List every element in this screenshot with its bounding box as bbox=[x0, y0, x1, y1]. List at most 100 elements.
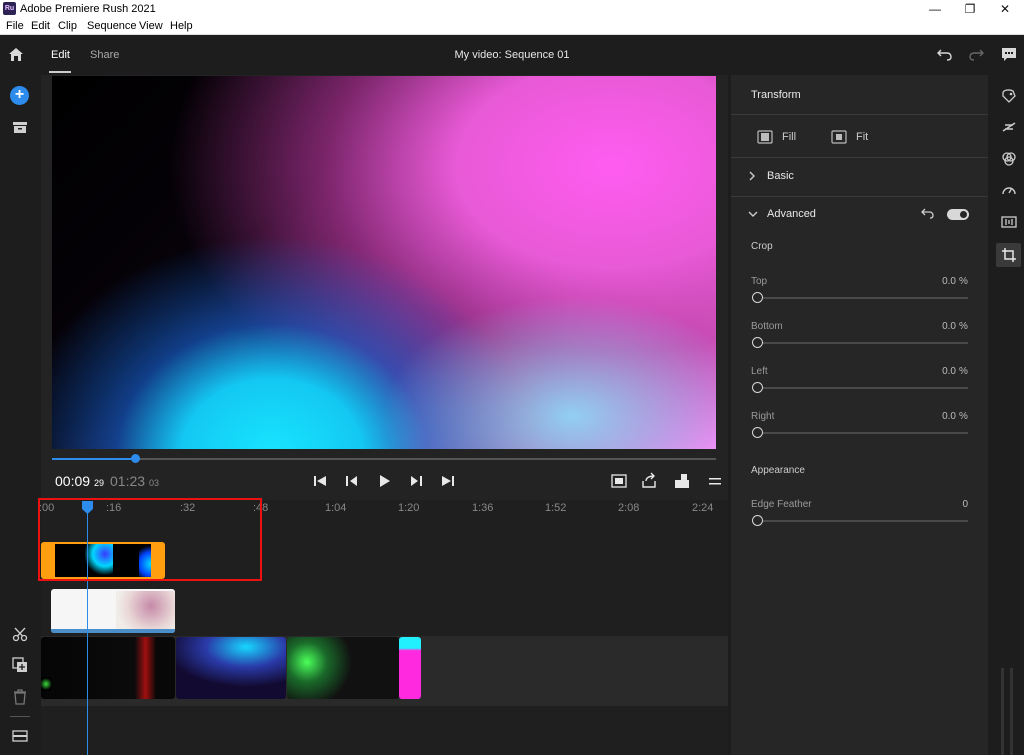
comment-icon[interactable] bbox=[1001, 47, 1017, 62]
fit-option[interactable]: Fit bbox=[856, 131, 868, 143]
crop-transform-icon[interactable] bbox=[1001, 247, 1017, 263]
fit-icon[interactable] bbox=[831, 130, 847, 144]
duplicate-icon[interactable] bbox=[12, 657, 28, 673]
duration: 01:23 03 bbox=[110, 473, 159, 489]
menu-help[interactable]: Help bbox=[170, 20, 193, 32]
menu-bar: File Edit Clip Sequence View Help bbox=[0, 18, 1024, 35]
clip-detail bbox=[41, 677, 51, 691]
crop-right-value[interactable]: 0.0 bbox=[930, 411, 956, 422]
highlight-box bbox=[38, 498, 262, 581]
chevron-right-icon[interactable] bbox=[747, 170, 757, 182]
divider bbox=[731, 196, 988, 197]
crop-bottom-unit: % bbox=[959, 321, 968, 332]
ruler-tick: 1:36 bbox=[472, 502, 494, 514]
basic-section-header[interactable]: Basic bbox=[767, 170, 794, 182]
current-time: 00:09 29 bbox=[55, 473, 104, 489]
crop-right-label: Right bbox=[751, 411, 775, 422]
chevron-down-icon[interactable] bbox=[747, 209, 759, 219]
timeline-menu-icon[interactable] bbox=[705, 472, 725, 490]
video-clip[interactable] bbox=[41, 637, 175, 699]
video-clip[interactable] bbox=[287, 637, 399, 699]
audio-bar bbox=[51, 629, 175, 633]
resize-handle[interactable] bbox=[1010, 668, 1013, 755]
restore-button[interactable]: ❐ bbox=[953, 0, 987, 18]
crop-left-label: Left bbox=[751, 366, 768, 377]
fill-icon[interactable] bbox=[757, 130, 773, 144]
menu-sequence[interactable]: Sequence bbox=[87, 20, 137, 32]
crop-top-slider-handle[interactable] bbox=[752, 292, 763, 303]
undo-icon[interactable] bbox=[937, 47, 953, 61]
transitions-icon[interactable] bbox=[1001, 119, 1017, 135]
color-icon[interactable] bbox=[1001, 151, 1017, 167]
sequence-title: My video: Sequence 01 bbox=[454, 49, 570, 61]
video-preview[interactable] bbox=[52, 76, 716, 449]
app-icon: Ru bbox=[3, 2, 16, 15]
edge-feather-value[interactable]: 0 bbox=[940, 499, 968, 510]
reset-icon[interactable] bbox=[921, 207, 935, 220]
edge-feather-slider-handle[interactable] bbox=[752, 515, 763, 526]
current-time-frames: 29 bbox=[93, 478, 104, 488]
ruler-tick: 1:20 bbox=[398, 502, 420, 514]
fill-option[interactable]: Fill bbox=[782, 131, 796, 143]
edge-feather-slider[interactable] bbox=[757, 520, 968, 522]
video-clip[interactable] bbox=[399, 637, 421, 699]
advanced-toggle[interactable] bbox=[947, 209, 969, 220]
fit-frame-icon[interactable] bbox=[609, 472, 629, 490]
panel-title: Transform bbox=[751, 89, 801, 101]
resize-handle[interactable] bbox=[1001, 668, 1004, 755]
step-back-icon[interactable] bbox=[342, 472, 362, 490]
go-to-start-icon[interactable] bbox=[310, 472, 330, 490]
window-titlebar: Ru Adobe Premiere Rush 2021 — ❐ ✕ bbox=[0, 0, 1024, 18]
minimize-button[interactable]: — bbox=[918, 0, 952, 18]
toggle-knob bbox=[960, 211, 967, 218]
video-clip[interactable] bbox=[176, 637, 286, 699]
rail-divider bbox=[10, 716, 30, 717]
overlay-clip[interactable] bbox=[51, 589, 175, 633]
track-options-icon[interactable] bbox=[12, 730, 28, 742]
crop-bottom-slider[interactable] bbox=[757, 342, 968, 344]
step-forward-icon[interactable] bbox=[406, 472, 426, 490]
add-media-icon[interactable]: + bbox=[10, 86, 29, 105]
left-toolbar bbox=[0, 75, 40, 755]
crop-left-slider-handle[interactable] bbox=[752, 382, 763, 393]
crop-bottom-value[interactable]: 0.0 bbox=[930, 321, 956, 332]
titles-icon[interactable] bbox=[1001, 88, 1017, 104]
active-tab-indicator bbox=[49, 71, 71, 73]
crop-right-slider[interactable] bbox=[757, 432, 968, 434]
crop-bottom-slider-handle[interactable] bbox=[752, 337, 763, 348]
crop-right-slider-handle[interactable] bbox=[752, 427, 763, 438]
speed-icon[interactable] bbox=[1001, 182, 1017, 198]
play-icon[interactable] bbox=[374, 472, 394, 490]
aspect-ratio-icon[interactable] bbox=[672, 472, 692, 490]
current-time-value: 00:09 bbox=[55, 473, 91, 489]
duration-frames: 03 bbox=[148, 478, 159, 488]
redo-icon[interactable] bbox=[968, 47, 984, 61]
divider bbox=[731, 114, 988, 115]
crop-left-slider[interactable] bbox=[757, 387, 968, 389]
menu-clip[interactable]: Clip bbox=[58, 20, 77, 32]
crop-label: Crop bbox=[751, 241, 773, 252]
projects-icon[interactable] bbox=[12, 121, 28, 134]
ruler-tick: 2:24 bbox=[692, 502, 714, 514]
audio-icon[interactable] bbox=[1001, 214, 1017, 230]
ruler-tick: 1:52 bbox=[545, 502, 567, 514]
go-to-end-icon[interactable] bbox=[438, 472, 458, 490]
crop-top-label: Top bbox=[751, 276, 768, 287]
top-bar: Edit Share My video: Sequence 01 bbox=[0, 35, 1024, 75]
crop-left-value[interactable]: 0.0 bbox=[930, 366, 956, 377]
overlay-clip-thumbnail bbox=[116, 591, 175, 629]
crop-top-slider[interactable] bbox=[757, 297, 968, 299]
duration-value: 01:23 bbox=[110, 473, 146, 489]
export-frame-icon[interactable] bbox=[640, 472, 660, 490]
menu-view[interactable]: View bbox=[139, 20, 163, 32]
menu-file[interactable]: File bbox=[6, 20, 24, 32]
crop-top-value[interactable]: 0.0 bbox=[930, 276, 956, 287]
scrub-bar[interactable] bbox=[52, 458, 716, 460]
divider bbox=[731, 157, 988, 158]
menu-edit[interactable]: Edit bbox=[31, 20, 50, 32]
close-button[interactable]: ✕ bbox=[988, 0, 1022, 18]
scrub-handle[interactable] bbox=[131, 454, 140, 463]
scissors-icon[interactable] bbox=[12, 626, 28, 642]
trash-icon[interactable] bbox=[12, 689, 28, 705]
advanced-section-header[interactable]: Advanced bbox=[767, 208, 816, 220]
